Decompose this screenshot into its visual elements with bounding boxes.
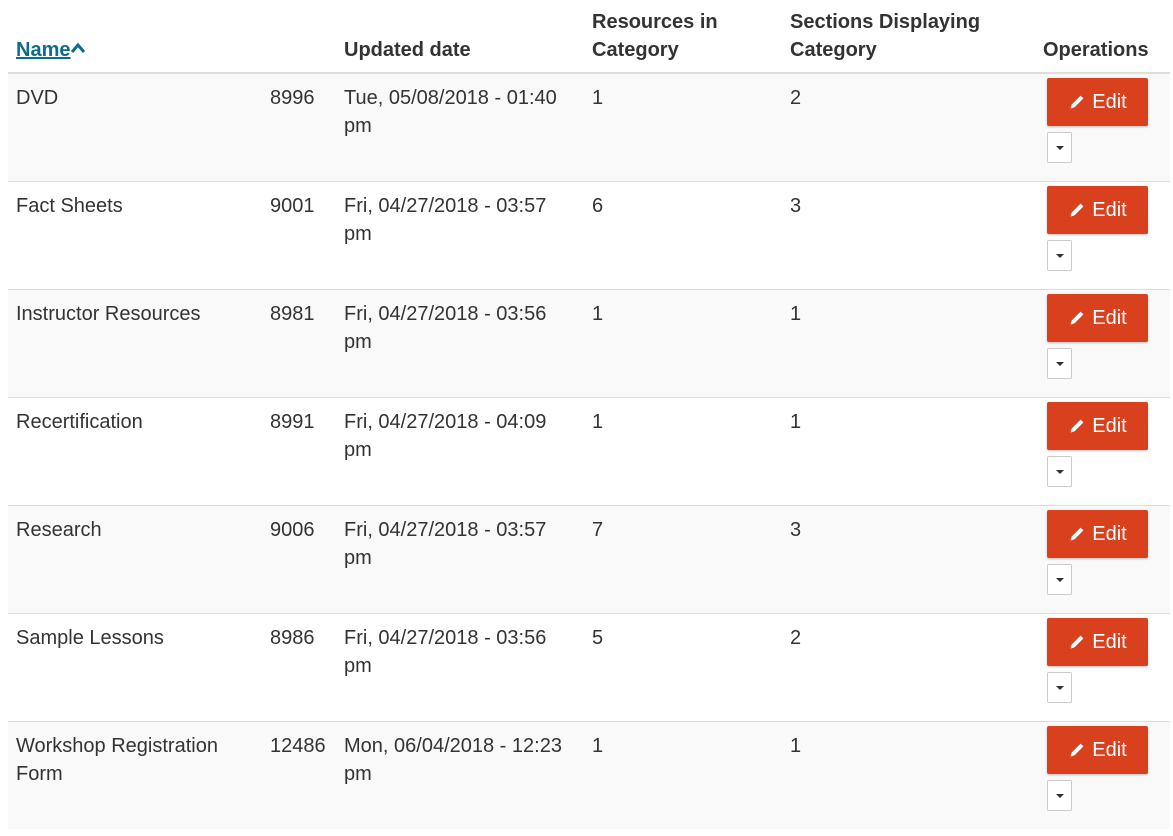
cell-name: Fact Sheets	[8, 181, 262, 290]
column-header-sections: Sections Displaying Category	[782, 0, 1035, 74]
cell-id: 8996	[262, 72, 336, 182]
category-table: Name Updated date Resources in Category …	[8, 0, 1170, 829]
edit-button-label: Edit	[1092, 414, 1127, 437]
cell-updated: Fri, 04/27/2018 - 03:56 pm	[336, 613, 584, 722]
edit-button[interactable]: Edit	[1047, 294, 1148, 342]
cell-resources: 7	[584, 505, 782, 614]
caret-down-icon	[1055, 469, 1064, 474]
caret-down-icon	[1055, 253, 1064, 258]
edit-button[interactable]: Edit	[1047, 402, 1148, 450]
cell-sections: 2	[782, 613, 1035, 722]
cell-id: 8991	[262, 397, 336, 506]
operations-dropdown-toggle[interactable]	[1047, 780, 1072, 811]
column-header-resources: Resources in Category	[584, 0, 782, 74]
table-row: Instructor Resources 8981 Fri, 04/27/2018 …	[8, 289, 1170, 398]
table-row: Fact Sheets 9001 Fri, 04/27/2018 - 03:57 p…	[8, 181, 1170, 290]
edit-button[interactable]: Edit	[1047, 510, 1148, 558]
cell-name: Sample Lessons	[8, 613, 262, 722]
table-row: Research 9006 Fri, 04/27/2018 - 03:57 pm 7 3…	[8, 505, 1170, 614]
cell-updated: Fri, 04/27/2018 - 03:56 pm	[336, 289, 584, 398]
table-header-row: Name Updated date Resources in Category …	[8, 0, 1170, 74]
operations-dropdown-toggle[interactable]	[1047, 348, 1072, 379]
pencil-icon	[1070, 95, 1084, 109]
cell-operations: Edit	[1035, 72, 1170, 182]
operations-dropdown-toggle[interactable]	[1047, 132, 1072, 163]
column-header-updated: Updated date	[336, 0, 584, 74]
column-header-operations: Operations	[1035, 0, 1170, 74]
cell-id: 9001	[262, 181, 336, 290]
cell-operations: Edit	[1035, 505, 1170, 614]
edit-button-label: Edit	[1092, 738, 1127, 761]
table-row: DVD 8996 Tue, 05/08/2018 - 01:40 pm 1 2 Edit	[8, 72, 1170, 182]
sort-by-name-link[interactable]: Name	[16, 39, 70, 61]
edit-button-label: Edit	[1092, 306, 1127, 329]
caret-down-icon	[1055, 145, 1064, 150]
operations-dropdown-toggle[interactable]	[1047, 564, 1072, 595]
column-header-id	[262, 0, 336, 74]
cell-updated: Fri, 04/27/2018 - 03:57 pm	[336, 505, 584, 614]
cell-sections: 2	[782, 72, 1035, 182]
operations-dropdown-toggle[interactable]	[1047, 672, 1072, 703]
cell-updated: Mon, 06/04/2018 - 12:23 pm	[336, 721, 584, 829]
cell-name: DVD	[8, 72, 262, 182]
cell-resources: 1	[584, 397, 782, 506]
edit-button-label: Edit	[1092, 522, 1127, 545]
caret-down-icon	[1055, 361, 1064, 366]
cell-name: Research	[8, 505, 262, 614]
column-header-name: Name	[8, 0, 262, 74]
cell-sections: 3	[782, 181, 1035, 290]
name-header-label: Name	[16, 39, 71, 61]
pencil-icon	[1070, 419, 1084, 433]
cell-resources: 6	[584, 181, 782, 290]
cell-name: Workshop Registration Form	[8, 721, 262, 829]
cell-operations: Edit	[1035, 289, 1170, 398]
table-row: Workshop Registration Form 12486 Mon, 06/0…	[8, 721, 1170, 829]
edit-button[interactable]: Edit	[1047, 618, 1148, 666]
caret-down-icon	[1055, 685, 1064, 690]
cell-updated: Tue, 05/08/2018 - 01:40 pm	[336, 72, 584, 182]
cell-resources: 1	[584, 289, 782, 398]
table-row: Sample Lessons 8986 Fri, 04/27/2018 - 03:5…	[8, 613, 1170, 722]
edit-button[interactable]: Edit	[1047, 78, 1148, 126]
cell-id: 8981	[262, 289, 336, 398]
pencil-icon	[1070, 311, 1084, 325]
cell-name: Recertification	[8, 397, 262, 506]
cell-resources: 5	[584, 613, 782, 722]
cell-operations: Edit	[1035, 721, 1170, 829]
edit-button-label: Edit	[1092, 90, 1127, 113]
pencil-icon	[1070, 527, 1084, 541]
cell-operations: Edit	[1035, 397, 1170, 506]
cell-operations: Edit	[1035, 181, 1170, 290]
edit-button-label: Edit	[1092, 630, 1127, 653]
edit-button-label: Edit	[1092, 198, 1127, 221]
pencil-icon	[1070, 743, 1084, 757]
operations-dropdown-toggle[interactable]	[1047, 456, 1072, 487]
pencil-icon	[1070, 635, 1084, 649]
cell-id: 9006	[262, 505, 336, 614]
cell-updated: Fri, 04/27/2018 - 03:57 pm	[336, 181, 584, 290]
cell-sections: 1	[782, 397, 1035, 506]
edit-button[interactable]: Edit	[1047, 726, 1148, 774]
caret-down-icon	[1055, 577, 1064, 582]
cell-resources: 1	[584, 721, 782, 829]
cell-id: 8986	[262, 613, 336, 722]
cell-operations: Edit	[1035, 613, 1170, 722]
cell-id: 12486	[262, 721, 336, 829]
cell-updated: Fri, 04/27/2018 - 04:09 pm	[336, 397, 584, 506]
cell-name: Instructor Resources	[8, 289, 262, 398]
chevron-up-icon	[71, 42, 86, 53]
table-row: Recertification 8991 Fri, 04/27/2018 - 04:…	[8, 397, 1170, 506]
cell-sections: 3	[782, 505, 1035, 614]
operations-dropdown-toggle[interactable]	[1047, 240, 1072, 271]
edit-button[interactable]: Edit	[1047, 186, 1148, 234]
cell-sections: 1	[782, 289, 1035, 398]
caret-down-icon	[1055, 793, 1064, 798]
pencil-icon	[1070, 203, 1084, 217]
cell-sections: 1	[782, 721, 1035, 829]
cell-resources: 1	[584, 72, 782, 182]
